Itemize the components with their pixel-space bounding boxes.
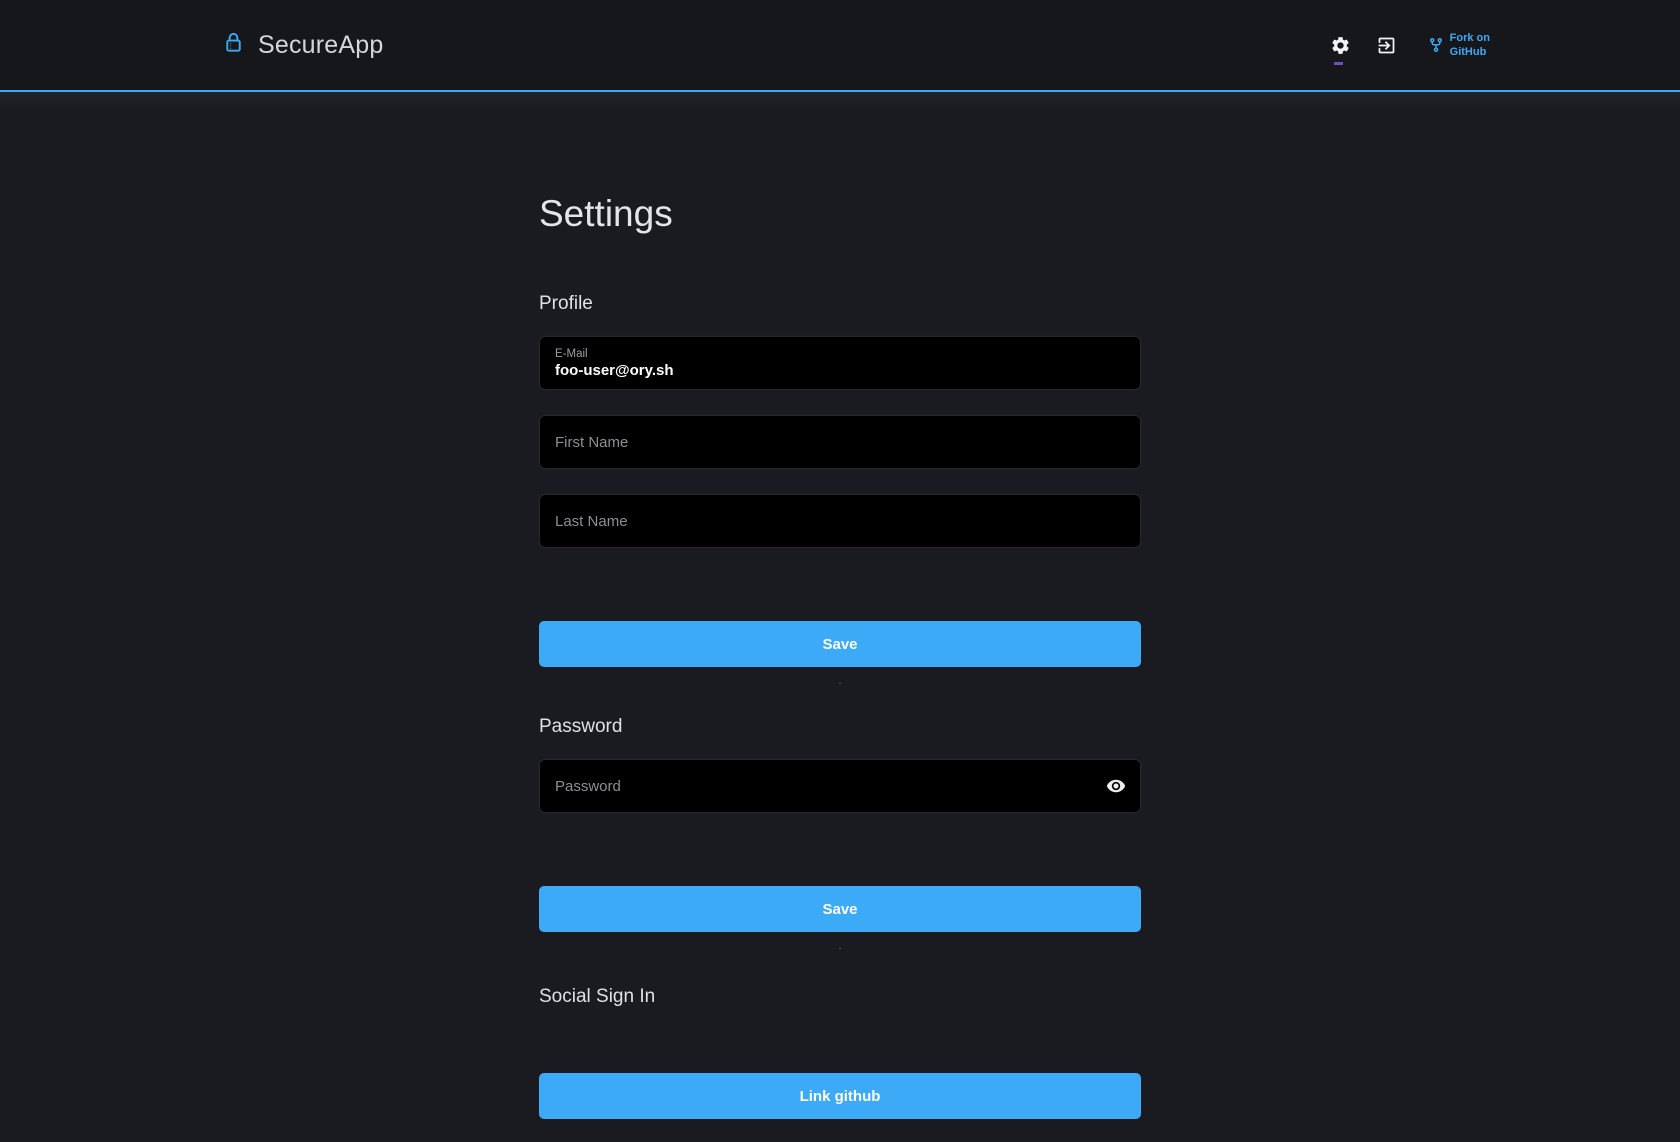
gear-icon [1330,35,1351,56]
password-section-heading: Password [539,716,1141,738]
settings-page: Settings Profile E-Mail Save . Password … [0,92,1680,1140]
gear-underline-marker [1334,62,1343,65]
email-input[interactable] [555,362,1125,379]
last-name-field[interactable] [539,494,1141,548]
profile-save-button[interactable]: Save [539,621,1141,667]
last-name-input[interactable] [555,513,1125,530]
link-github-button[interactable]: Link github [539,1073,1141,1119]
password-input[interactable] [555,778,1125,795]
divider-dot: . [539,675,1141,688]
first-name-input[interactable] [555,434,1125,451]
fork-on-github-link[interactable]: Fork on GitHub [1428,31,1490,60]
logout-icon [1376,35,1397,56]
app-header: SecureApp Fork on GitHub [0,0,1680,92]
email-field[interactable]: E-Mail [539,336,1141,390]
app-title: SecureApp [258,31,384,60]
email-field-label: E-Mail [555,347,1125,361]
logout-button[interactable] [1376,34,1398,56]
toggle-password-visibility-button[interactable] [1105,775,1127,797]
password-field[interactable] [539,759,1141,813]
social-section-heading: Social Sign In [539,986,1141,1008]
settings-button[interactable] [1330,34,1352,56]
divider-dot: . [539,940,1141,953]
git-fork-icon [1428,37,1444,53]
header-actions: Fork on GitHub [1330,31,1490,60]
eye-icon [1106,776,1126,796]
password-save-button[interactable]: Save [539,886,1141,932]
first-name-field[interactable] [539,415,1141,469]
page-title: Settings [539,92,1141,236]
lock-icon [222,31,245,54]
fork-link-label: Fork on GitHub [1450,31,1490,60]
profile-section-heading: Profile [539,293,1141,315]
app-logo: SecureApp [222,31,384,60]
